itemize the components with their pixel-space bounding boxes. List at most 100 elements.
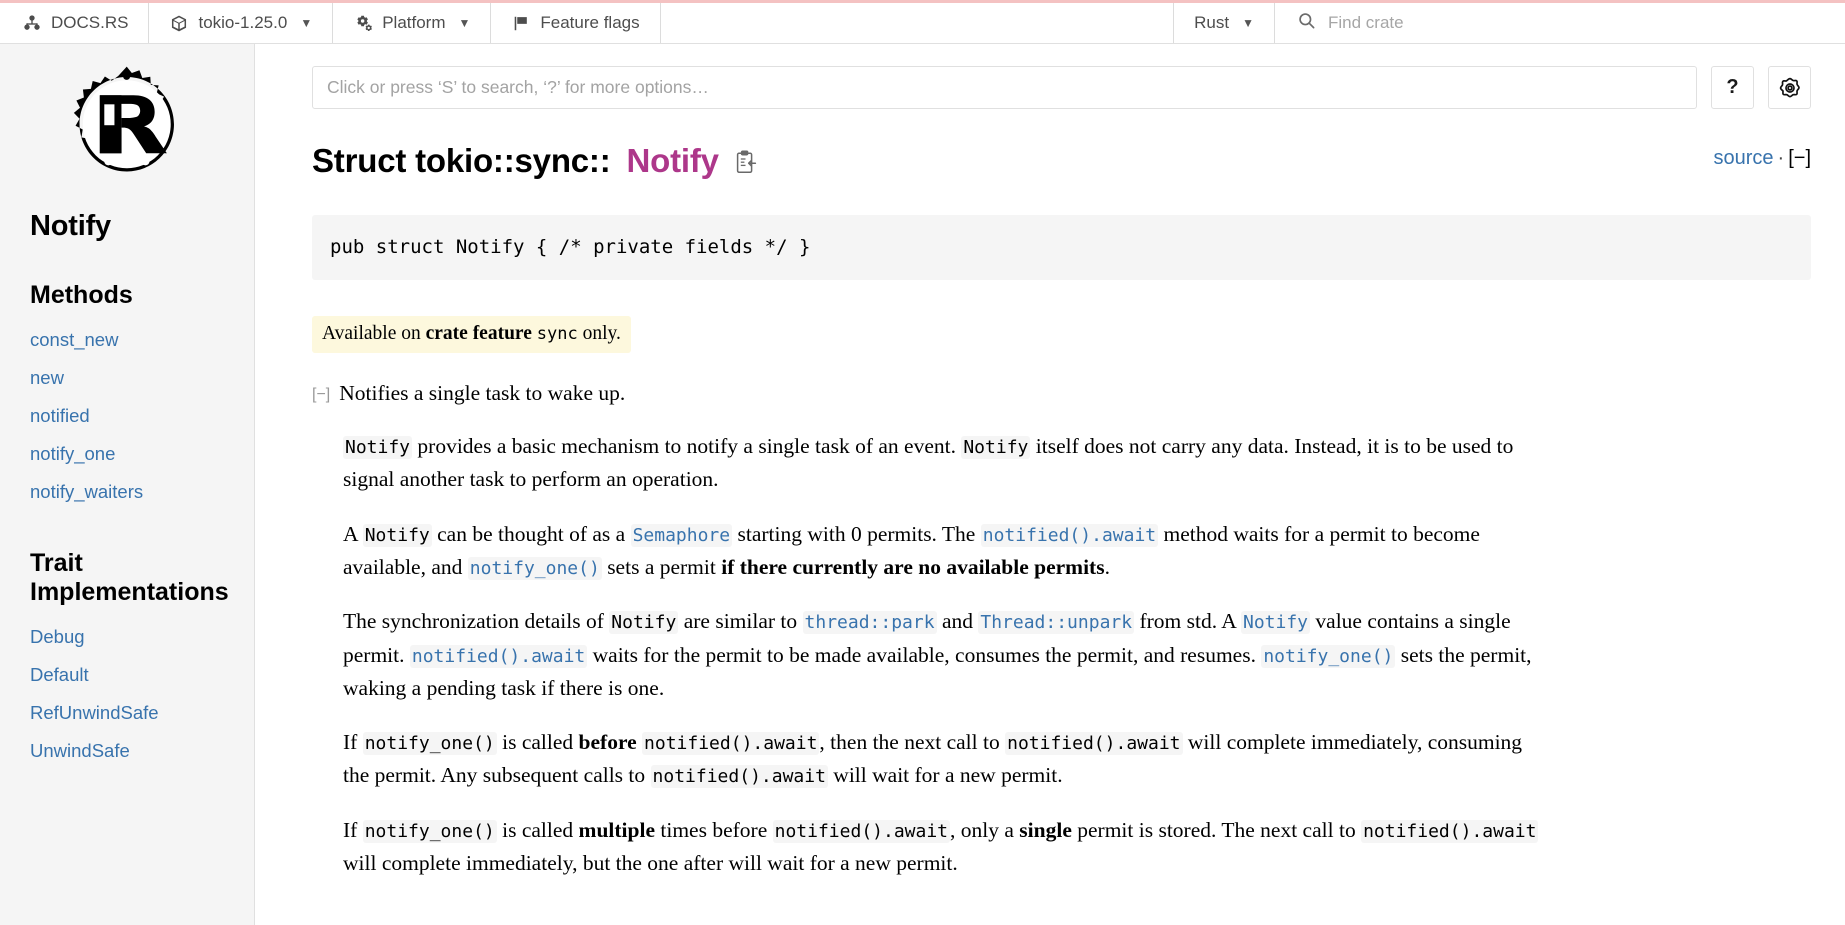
- sidebar-trait-impl-list: Debug Default RefUnwindSafe UnwindSafe: [0, 618, 254, 770]
- sidebar-item-refunwindsafe[interactable]: RefUnwindSafe: [0, 694, 254, 732]
- find-crate-search[interactable]: Find crate: [1275, 3, 1845, 43]
- list-item: notify_one: [0, 435, 254, 473]
- inline-code: notified().await: [772, 819, 951, 843]
- page-title-type-name: Notify: [626, 142, 719, 179]
- doc-code-link[interactable]: thread::park: [802, 609, 937, 635]
- docsrs-brand-label: DOCS.RS: [51, 13, 129, 32]
- search-icon: [1297, 11, 1316, 35]
- feature-flags-label: Feature flags: [540, 13, 640, 32]
- content-area: Struct tokio::sync:: Notify source · [−] pu…: [256, 141, 1845, 880]
- stab-code: sync: [536, 324, 578, 345]
- sidebar-item-notify_waiters[interactable]: notify_waiters: [0, 473, 254, 511]
- heading-row: Struct tokio::sync:: Notify source · [−]: [312, 141, 1811, 181]
- inline-code: notify_one(): [362, 819, 497, 843]
- inline-code: Notify: [609, 611, 679, 635]
- item-declaration: pub struct Notify { /* private fields */…: [312, 214, 1811, 281]
- inline-code: notify_one(): [467, 556, 602, 580]
- cube-icon: [169, 13, 189, 33]
- doc-code-link[interactable]: notify_one(): [467, 555, 602, 580]
- list-item: Default: [0, 656, 254, 694]
- inline-code: Thread::unpark: [978, 611, 1135, 635]
- doc-paragraph: A Notify can be thought of as a Semaphor…: [343, 521, 1480, 580]
- inline-code: notified().await: [980, 523, 1159, 547]
- sidebar-item-const_new[interactable]: const_new: [0, 321, 254, 359]
- main-content: ? Struct tokio::sync::Notify: [256, 44, 1845, 925]
- settings-button[interactable]: [1768, 66, 1811, 109]
- separator-dot: ·: [1777, 147, 1785, 169]
- gears-icon: [353, 13, 373, 33]
- doc-paragraph: If notify_one() is called before notifie…: [343, 730, 1523, 789]
- doc-code-link[interactable]: notified().await: [409, 643, 588, 668]
- doc-code-link[interactable]: notify_one(): [1261, 643, 1396, 668]
- source-link[interactable]: source: [1714, 147, 1774, 169]
- find-crate-placeholder: Find crate: [1328, 13, 1404, 32]
- list-item: Debug: [0, 618, 254, 656]
- platform-label: Platform: [382, 13, 446, 32]
- doc-paragraphs: Notify provides a basic mechanism to not…: [343, 430, 1548, 880]
- sidebar-item-unwindsafe[interactable]: UnwindSafe: [0, 732, 254, 770]
- sidebar-item-notified[interactable]: notified: [0, 397, 254, 435]
- inline-code: notified().await: [650, 765, 828, 789]
- out-of-band-links: source · [−]: [1714, 147, 1812, 170]
- doc-paragraph: The synchronization details of Notify ar…: [343, 609, 1532, 700]
- sidebar: Notify Methods const_new new notified no…: [0, 44, 255, 925]
- chevron-down-icon: ▼: [458, 16, 471, 30]
- sidebar-section-title-methods: Methods: [30, 281, 133, 309]
- chevron-down-icon: ▼: [1242, 16, 1254, 30]
- stab-suffix: only.: [577, 323, 621, 345]
- sidebar-item-new[interactable]: new: [0, 359, 254, 397]
- inline-code: thread::park: [802, 611, 937, 635]
- documentation-block: [−] Notifies a single task to wake up. N…: [312, 377, 1811, 881]
- list-item: notified: [0, 397, 254, 435]
- top-navigation-bar: DOCS.RS tokio-1.25.0 ▼ Platform ▼ Featur…: [0, 0, 1845, 44]
- inline-code: notified().await: [409, 644, 588, 668]
- rust-logo[interactable]: [0, 64, 254, 192]
- sidebar-item-notify_one[interactable]: notify_one: [0, 435, 254, 473]
- language-dropdown[interactable]: Rust ▼: [1174, 3, 1275, 43]
- crate-version-dropdown[interactable]: tokio-1.25.0 ▼: [149, 3, 334, 43]
- language-label: Rust: [1194, 13, 1230, 32]
- inline-code: notified().await: [642, 732, 820, 756]
- sidebar-item-default[interactable]: Default: [0, 656, 254, 694]
- doc-code-link[interactable]: Notify: [1241, 609, 1311, 635]
- inline-code: Notify: [1241, 611, 1311, 635]
- doc-paragraph: If notify_one() is called multiple times…: [343, 817, 1539, 876]
- inline-code: Notify: [343, 435, 413, 459]
- help-label: ?: [1726, 76, 1739, 98]
- help-button[interactable]: ?: [1711, 66, 1754, 109]
- search-row: ?: [256, 44, 1845, 109]
- list-item: const_new: [0, 321, 254, 359]
- topbar-spacer: [661, 3, 1175, 43]
- list-item: notify_waiters: [0, 473, 254, 511]
- inline-code: notify_one(): [362, 732, 497, 756]
- sidebar-item-debug[interactable]: Debug: [0, 618, 254, 656]
- feature-flags-link[interactable]: Feature flags: [491, 3, 661, 43]
- doc-paragraph: Notify provides a basic mechanism to not…: [343, 433, 1514, 492]
- copy-path-icon[interactable]: [735, 150, 757, 176]
- stab-bold: crate feature: [425, 323, 537, 345]
- inline-code: notified().await: [1005, 732, 1183, 756]
- inline-code: notified().await: [1361, 819, 1539, 843]
- page-title: Struct tokio::sync:: Notify: [312, 141, 757, 181]
- collapse-toggle[interactable]: [−]: [1788, 147, 1811, 169]
- sidebar-crate-title: Notify: [30, 210, 111, 242]
- doc-emphasis: if there currently are no available perm…: [721, 554, 1105, 579]
- doc-emphasis: multiple: [578, 817, 655, 842]
- stab-prefix: Available on: [322, 323, 426, 345]
- inline-code: Notify: [961, 435, 1031, 459]
- doc-code-link[interactable]: notified().await: [980, 522, 1159, 547]
- chevron-down-icon: ▼: [300, 16, 313, 30]
- flag-icon: [511, 13, 531, 33]
- stability-notice: Available on crate feature sync only.: [312, 316, 631, 353]
- inline-code: Semaphore: [630, 523, 733, 547]
- short-doc-row: [−] Notifies a single task to wake up.: [312, 377, 1811, 410]
- doc-code-link[interactable]: Semaphore: [630, 522, 733, 547]
- platform-dropdown[interactable]: Platform ▼: [333, 3, 492, 43]
- doc-code-link[interactable]: Thread::unpark: [978, 609, 1135, 635]
- doc-emphasis: before: [578, 730, 637, 755]
- docsrs-home-link[interactable]: DOCS.RS: [0, 3, 150, 43]
- page-title-prefix: Struct tokio::sync::: [312, 142, 611, 179]
- list-item: UnwindSafe: [0, 732, 254, 770]
- doc-collapse-toggle[interactable]: [−]: [312, 383, 330, 408]
- search-input[interactable]: [312, 66, 1697, 109]
